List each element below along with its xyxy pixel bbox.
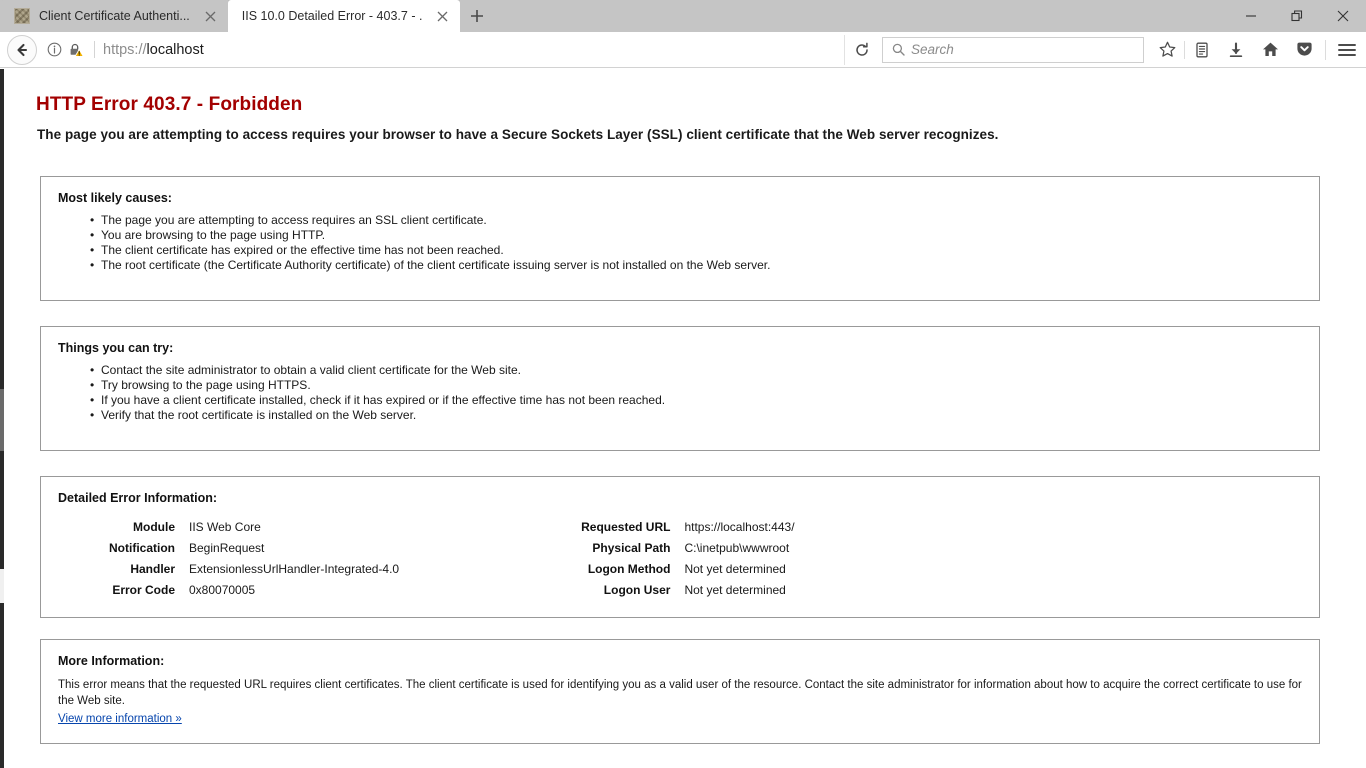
details-labels: Module Notification Handler Error Code bbox=[109, 517, 175, 601]
browser-tab-2[interactable]: IIS 10.0 Detailed Error - 403.7 - ... bbox=[227, 0, 460, 32]
back-button[interactable] bbox=[7, 34, 37, 65]
toolbar-icons bbox=[1150, 35, 1364, 65]
close-tab-icon[interactable] bbox=[434, 7, 452, 25]
info-circle-icon[interactable] bbox=[44, 40, 64, 60]
home-icon[interactable] bbox=[1253, 35, 1287, 65]
panel-heading: Most likely causes: bbox=[58, 191, 172, 205]
browser-window: Client Certificate Authenti... IIS 10.0 … bbox=[0, 0, 1366, 768]
hamburger-menu-icon[interactable] bbox=[1330, 35, 1364, 65]
detail-label: Notification bbox=[109, 541, 175, 555]
list-item: Verify that the root certificate is inst… bbox=[90, 408, 1319, 423]
browser-tab-1[interactable]: Client Certificate Authenti... bbox=[0, 0, 228, 32]
list-item: The root certificate (the Certificate Au… bbox=[90, 258, 1319, 273]
panel-things-you-can-try: Things you can try: Contact the site adm… bbox=[40, 326, 1320, 451]
details-column-right: Requested URL Physical Path Logon Method… bbox=[581, 517, 794, 601]
close-tab-icon[interactable] bbox=[202, 7, 220, 25]
panel-heading: More Information: bbox=[58, 654, 165, 668]
site-favicon-icon bbox=[14, 8, 30, 24]
details-values: IIS Web Core BeginRequest ExtensionlessU… bbox=[189, 517, 399, 601]
restore-button[interactable] bbox=[1274, 0, 1320, 32]
url-scheme: https:// bbox=[103, 41, 147, 58]
list-item: Try browsing to the page using HTTPS. bbox=[90, 378, 1319, 393]
view-more-information-link[interactable]: View more information » bbox=[58, 713, 182, 725]
tab-strip: Client Certificate Authenti... IIS 10.0 … bbox=[0, 0, 1366, 32]
minimize-button[interactable] bbox=[1228, 0, 1274, 32]
list-item: The page you are attempting to access re… bbox=[90, 213, 1319, 228]
details-labels: Requested URL Physical Path Logon Method… bbox=[581, 517, 670, 601]
detail-value: BeginRequest bbox=[189, 541, 265, 555]
navigation-toolbar: https://localhost Search bbox=[0, 32, 1366, 68]
detail-value: C:\inetpub\wwwroot bbox=[684, 541, 790, 555]
list-item: If you have a client certificate install… bbox=[90, 393, 1319, 408]
list-item: Contact the site administrator to obtain… bbox=[90, 363, 1319, 378]
details-values: https://localhost:443/ C:\inetpub\wwwroo… bbox=[684, 517, 794, 601]
search-placeholder: Search bbox=[911, 42, 954, 57]
search-input[interactable]: Search bbox=[882, 36, 1144, 63]
list-item: You are browsing to the page using HTTP. bbox=[90, 228, 1319, 243]
panel-heading: Detailed Error Information: bbox=[58, 491, 218, 505]
panel-more-information: More Information: This error means that … bbox=[40, 639, 1320, 744]
reload-button[interactable] bbox=[844, 34, 878, 65]
details-column-left: Module Notification Handler Error Code I… bbox=[109, 517, 399, 601]
detail-value: https://localhost:443/ bbox=[684, 520, 795, 534]
list-item: The client certificate has expired or th… bbox=[90, 243, 1319, 258]
panel-most-likely-causes: Most likely causes: The page you are att… bbox=[40, 176, 1320, 301]
detail-value: ExtensionlessUrlHandler-Integrated-4.0 bbox=[189, 562, 400, 576]
detail-label: Module bbox=[133, 520, 175, 534]
bookmark-star-icon[interactable] bbox=[1150, 35, 1184, 65]
panel-detailed-error-information: Detailed Error Information: Module Notif… bbox=[40, 476, 1320, 618]
search-icon bbox=[889, 43, 907, 56]
close-window-button[interactable] bbox=[1320, 0, 1366, 32]
window-controls bbox=[1228, 0, 1366, 32]
page-subtitle: The page you are attempting to access re… bbox=[37, 127, 999, 142]
url-host: localhost bbox=[146, 41, 204, 58]
detail-label: Physical Path bbox=[592, 541, 671, 555]
url-bar[interactable]: https://localhost bbox=[44, 34, 844, 65]
detail-label: Error Code bbox=[112, 583, 175, 597]
detail-value: IIS Web Core bbox=[189, 520, 261, 534]
detail-value: Not yet determined bbox=[684, 583, 786, 597]
url-text: https://localhost bbox=[103, 42, 204, 58]
details-table: Module Notification Handler Error Code I… bbox=[41, 517, 1319, 601]
detail-label: Logon User bbox=[603, 583, 671, 597]
new-tab-button[interactable] bbox=[460, 0, 494, 32]
detail-value: 0x80070005 bbox=[189, 583, 256, 597]
library-icon[interactable] bbox=[1185, 35, 1219, 65]
try-list: Contact the site administrator to obtain… bbox=[41, 363, 1319, 423]
insecure-padlock-warning-icon[interactable] bbox=[66, 40, 86, 60]
pocket-icon[interactable] bbox=[1287, 35, 1321, 65]
page-title: HTTP Error 403.7 - Forbidden bbox=[36, 94, 303, 115]
toolbar-divider-2 bbox=[1325, 39, 1326, 60]
detail-value: Not yet determined bbox=[684, 562, 786, 576]
url-divider bbox=[94, 41, 95, 58]
detail-label: Requested URL bbox=[581, 520, 671, 534]
detail-label: Logon Method bbox=[587, 562, 671, 576]
tab-title: Client Certificate Authenti... bbox=[39, 9, 190, 23]
iis-error-page: HTTP Error 403.7 - Forbidden The page yo… bbox=[0, 69, 1366, 768]
downloads-icon[interactable] bbox=[1219, 35, 1253, 65]
tab-title: IIS 10.0 Detailed Error - 403.7 - ... bbox=[241, 9, 422, 23]
causes-list: The page you are attempting to access re… bbox=[41, 213, 1319, 273]
page-content-area: HTTP Error 403.7 - Forbidden The page yo… bbox=[0, 69, 1366, 768]
panel-heading: Things you can try: bbox=[58, 341, 174, 355]
more-information-text: This error means that the requested URL … bbox=[58, 679, 1302, 707]
detail-label: Handler bbox=[130, 562, 175, 576]
